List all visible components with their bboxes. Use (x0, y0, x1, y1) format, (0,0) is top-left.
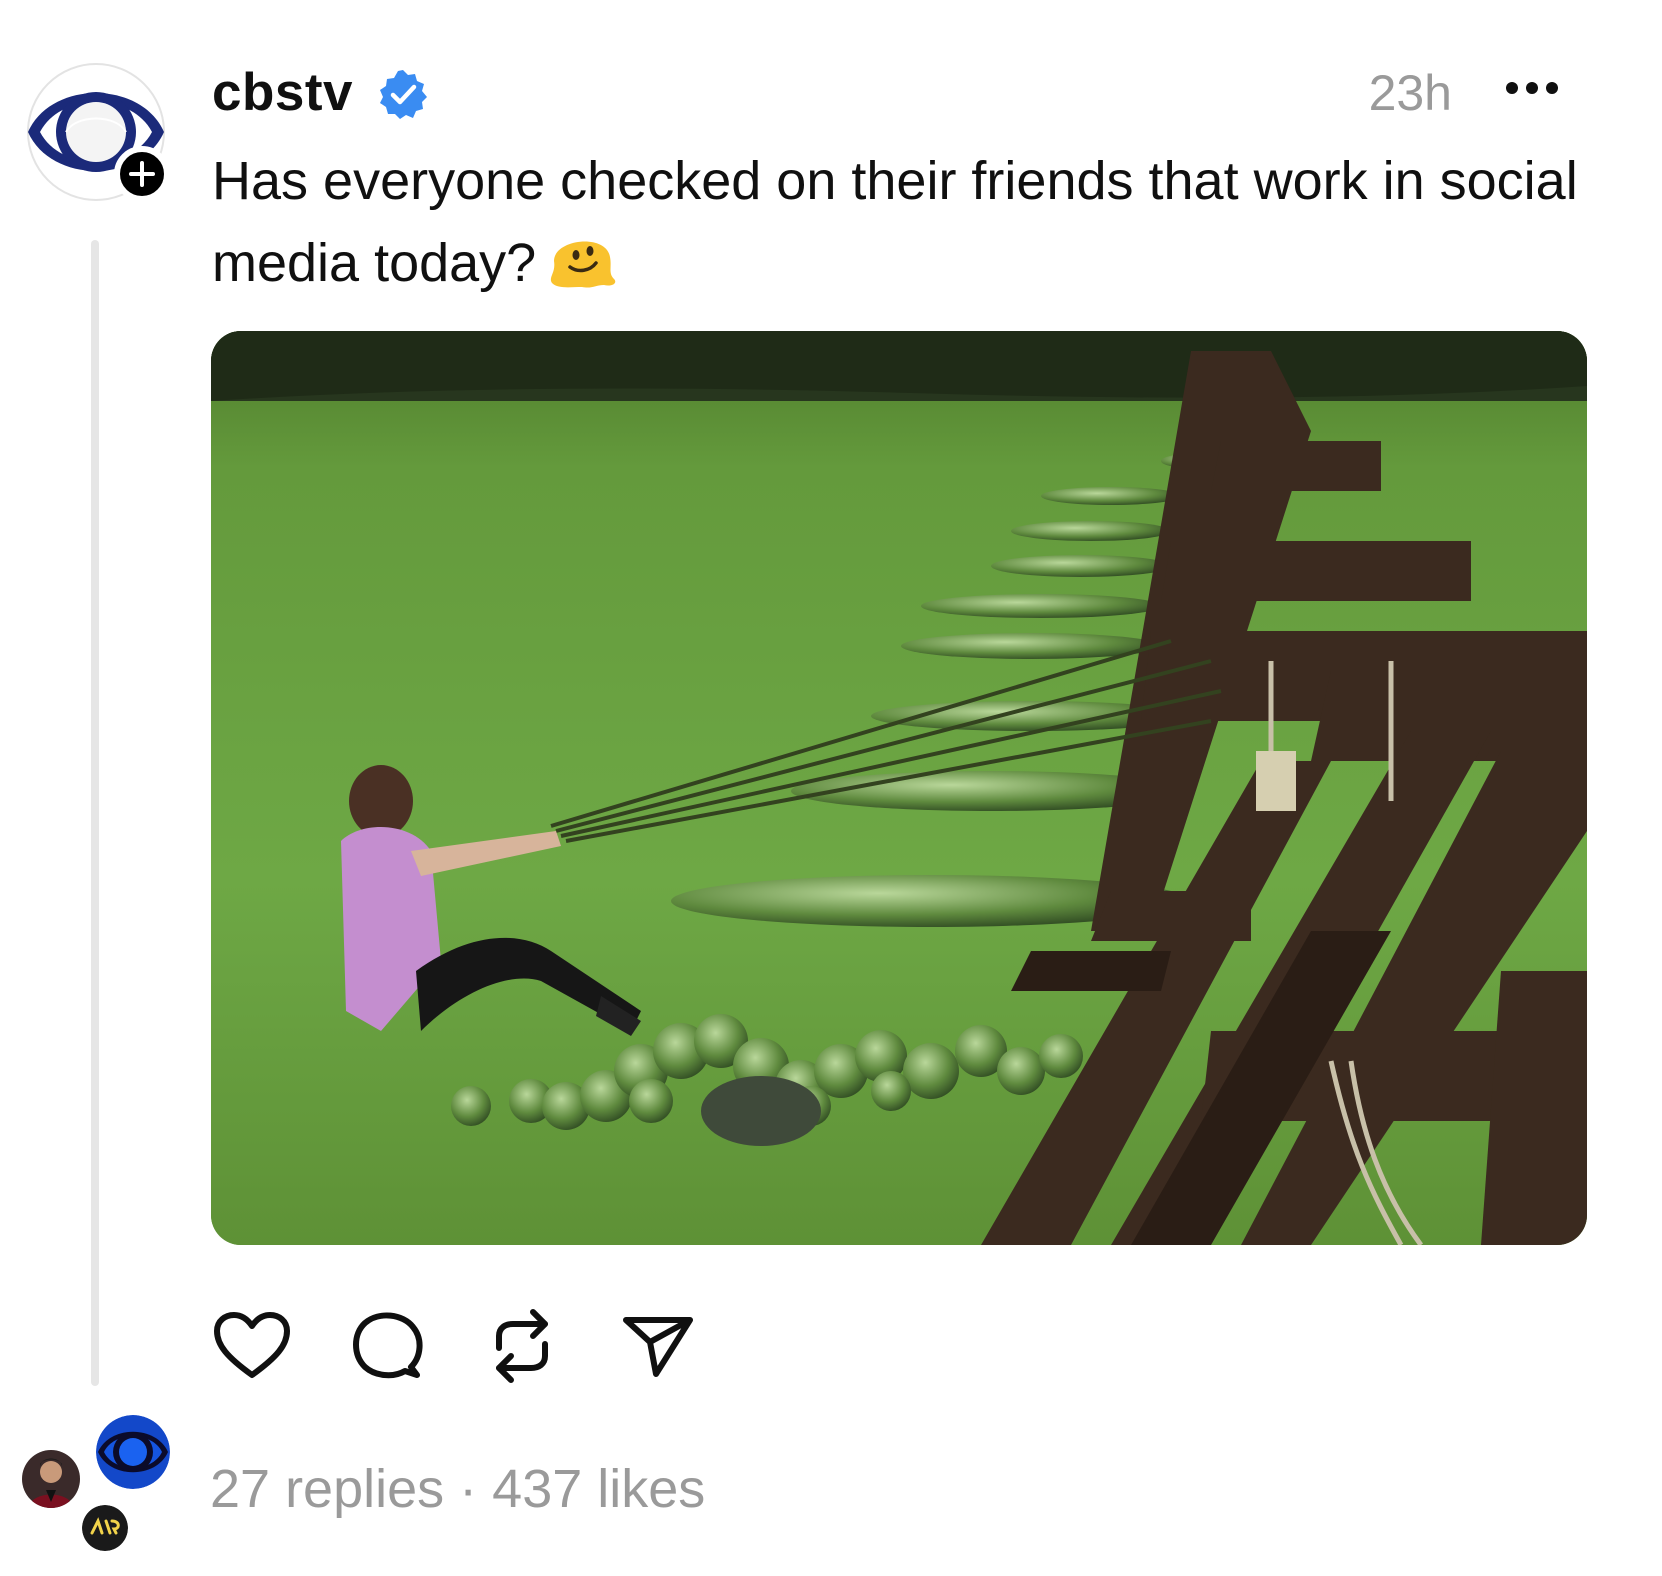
heart-icon (214, 1312, 290, 1378)
plus-icon (129, 161, 155, 187)
cbs-eye-logo-icon (96, 1415, 170, 1489)
repost-button[interactable] (482, 1306, 562, 1386)
caption-text: Has everyone checked on their friends th… (212, 151, 1578, 293)
melting-face-emoji-icon (546, 227, 618, 291)
post-stats: 27 replies · 437 likes (210, 1458, 705, 1520)
post-caption: Has everyone checked on their friends th… (212, 140, 1592, 304)
text-logo-avatar-icon (82, 1505, 128, 1551)
person-avatar-icon (22, 1450, 80, 1508)
post-header: cbstv 23h (212, 58, 1572, 128)
send-icon (623, 1317, 693, 1377)
likes-count[interactable]: 437 likes (492, 1459, 705, 1519)
replier-avatar-text[interactable] (78, 1501, 132, 1555)
author-username[interactable]: cbstv (212, 62, 353, 123)
share-button[interactable] (618, 1306, 698, 1386)
repost-icon (496, 1309, 548, 1383)
follow-button[interactable] (114, 146, 170, 202)
like-button[interactable] (212, 1306, 292, 1386)
replier-avatar-cbs[interactable] (92, 1411, 174, 1493)
replies-count[interactable]: 27 replies (210, 1459, 444, 1519)
more-horizontal-icon (1506, 82, 1558, 94)
reply-button[interactable] (348, 1306, 428, 1386)
post-timestamp: 23h (1368, 65, 1452, 121)
video-thumbnail-image (211, 331, 1587, 1245)
thread-line (91, 240, 99, 1386)
more-options-button[interactable] (1492, 58, 1572, 118)
comment-bubble-icon (353, 1312, 423, 1379)
stats-separator: · (459, 1459, 478, 1519)
thread-post: cbstv 23h Has everyone checked on their … (0, 0, 1662, 1576)
verified-badge-icon (377, 68, 429, 120)
post-video-thumbnail[interactable] (211, 331, 1587, 1245)
replier-avatar-person[interactable] (18, 1446, 84, 1512)
